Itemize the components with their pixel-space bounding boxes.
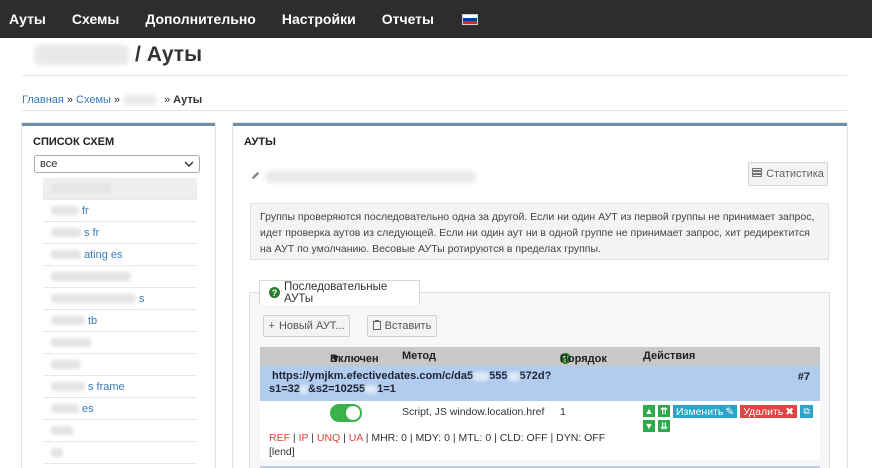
- edit-button[interactable]: Изменить ✎: [673, 405, 738, 418]
- outs-panel: АУТЫ Статистика Группы проверяются после…: [233, 123, 847, 468]
- move-top-icon[interactable]: ⇈: [658, 405, 670, 417]
- tab-label: Последовательные АУТы: [283, 280, 388, 305]
- list-item[interactable]: [43, 354, 197, 376]
- scheme-filter-value: все: [40, 158, 58, 170]
- close-icon: ✖: [785, 405, 795, 418]
- blurred-url: [266, 171, 476, 183]
- list-item[interactable]: s: [43, 288, 197, 310]
- col-method: Метод: [402, 350, 436, 362]
- breadcrumb-separator: »: [66, 94, 73, 106]
- order-value: 1: [560, 406, 566, 418]
- paste-button[interactable]: Вставить: [367, 315, 437, 337]
- nav-language[interactable]: [447, 0, 491, 38]
- top-navbar: Ауты Схемы Дополнительно Настройки Отчет…: [0, 0, 872, 38]
- chevron-down-icon: [184, 158, 194, 170]
- list-item[interactable]: [43, 420, 197, 442]
- russian-flag-icon: [462, 13, 478, 25]
- out-number: #7: [797, 371, 810, 383]
- delete-button[interactable]: Удалить ✖: [740, 405, 798, 418]
- new-out-label: Новый АУТ...: [278, 320, 345, 332]
- nav-outs[interactable]: Ауты: [0, 0, 59, 38]
- new-out-button[interactable]: + Новый АУТ...: [263, 315, 350, 337]
- scheme-list-panel: СПИСОК СХЕМ все fr s fr ating es s tb s …: [22, 123, 215, 468]
- url-part: https://ymjkm.efectivedates.com/c/da5: [272, 370, 474, 382]
- clipboard-icon: [372, 319, 381, 333]
- table-header: Включен ▼ Метод ? Порядок Действия: [260, 347, 820, 366]
- nav-schemes[interactable]: Схемы: [59, 0, 132, 38]
- scheme-url: [251, 171, 476, 183]
- nav-settings[interactable]: Настройки: [269, 0, 369, 38]
- method-value: Script, JS window.location.href: [402, 406, 545, 418]
- url-part: s1=32: [269, 383, 300, 395]
- list-item[interactable]: [43, 266, 197, 288]
- statistics-label: Статистика: [766, 168, 824, 180]
- lend-tag: [lend]: [269, 446, 295, 458]
- blurred-scheme-name: [34, 45, 129, 65]
- list-item[interactable]: s fr: [43, 222, 197, 244]
- col-actions: Действия: [643, 350, 696, 362]
- divider: [22, 75, 847, 76]
- breadcrumb-separator: »: [164, 94, 171, 106]
- pencil-icon[interactable]: [251, 171, 260, 183]
- breadcrumb-blurred-scheme[interactable]: [123, 95, 158, 105]
- divider: [22, 110, 847, 111]
- panel-title: АУТЫ: [244, 136, 276, 148]
- tab-sequential-outs[interactable]: ? Последовательные АУТы: [259, 280, 420, 305]
- row-actions: ▲ ⇈ ▼ ⇊ Изменить ✎ Удалить ✖ ⧉: [643, 405, 814, 432]
- edit-icon: ✎: [725, 405, 735, 418]
- scheme-list: fr s fr ating es s tb s frame es: [43, 178, 197, 464]
- list-item[interactable]: [43, 442, 197, 464]
- nav-extra[interactable]: Дополнительно: [132, 0, 268, 38]
- list-item[interactable]: tb: [43, 310, 197, 332]
- info-message: Группы проверяются последовательно одна …: [250, 203, 829, 260]
- list-item[interactable]: fr: [43, 200, 197, 222]
- breadcrumb-separator: »: [113, 94, 121, 106]
- copy-icon[interactable]: ⧉: [800, 405, 814, 418]
- breadcrumb-schemes[interactable]: Схемы: [76, 94, 111, 106]
- url-part: 1=1: [377, 383, 396, 395]
- list-item[interactable]: es: [43, 398, 197, 420]
- breadcrumb: Главная » Схемы » » Ауты: [22, 94, 202, 106]
- statistics-button[interactable]: Статистика: [748, 162, 828, 186]
- table-row: Script, JS window.location.href 1 ▲ ⇈ ▼ …: [260, 401, 820, 460]
- sort-down-icon: ▼: [330, 353, 341, 365]
- page-title: / Ауты: [34, 40, 202, 70]
- move-down-icon[interactable]: ▼: [643, 420, 655, 432]
- breadcrumb-current: Ауты: [173, 94, 203, 106]
- breadcrumb-home[interactable]: Главная: [22, 94, 64, 106]
- list-item[interactable]: [43, 332, 197, 354]
- out-flags: REF | IP | UNQ | UA | MHR: 0 | MDY: 0 | …: [269, 432, 606, 444]
- enabled-toggle[interactable]: [330, 404, 362, 422]
- plus-icon: +: [268, 320, 275, 332]
- chart-icon: [752, 168, 763, 180]
- url-part: &s2=10255: [307, 383, 366, 395]
- out-url-row[interactable]: https://ymjkm.efectivedates.com/c/da5 555…: [260, 366, 820, 401]
- paste-label: Вставить: [384, 320, 432, 332]
- move-up-icon[interactable]: ▲: [643, 405, 655, 417]
- scheme-filter-select[interactable]: все: [34, 155, 200, 173]
- question-icon: ?: [269, 287, 280, 298]
- list-item[interactable]: s frame: [43, 376, 197, 398]
- url-part: 555: [489, 370, 508, 382]
- nav-reports[interactable]: Отчеты: [369, 0, 447, 38]
- sidebar-title: СПИСОК СХЕМ: [33, 136, 115, 148]
- move-bottom-icon[interactable]: ⇊: [658, 420, 670, 432]
- list-item[interactable]: ating es: [43, 244, 197, 266]
- url-part: 572d?: [519, 370, 552, 382]
- title-text: Ауты: [146, 43, 203, 66]
- title-separator: /: [135, 43, 141, 66]
- list-item[interactable]: [43, 178, 197, 200]
